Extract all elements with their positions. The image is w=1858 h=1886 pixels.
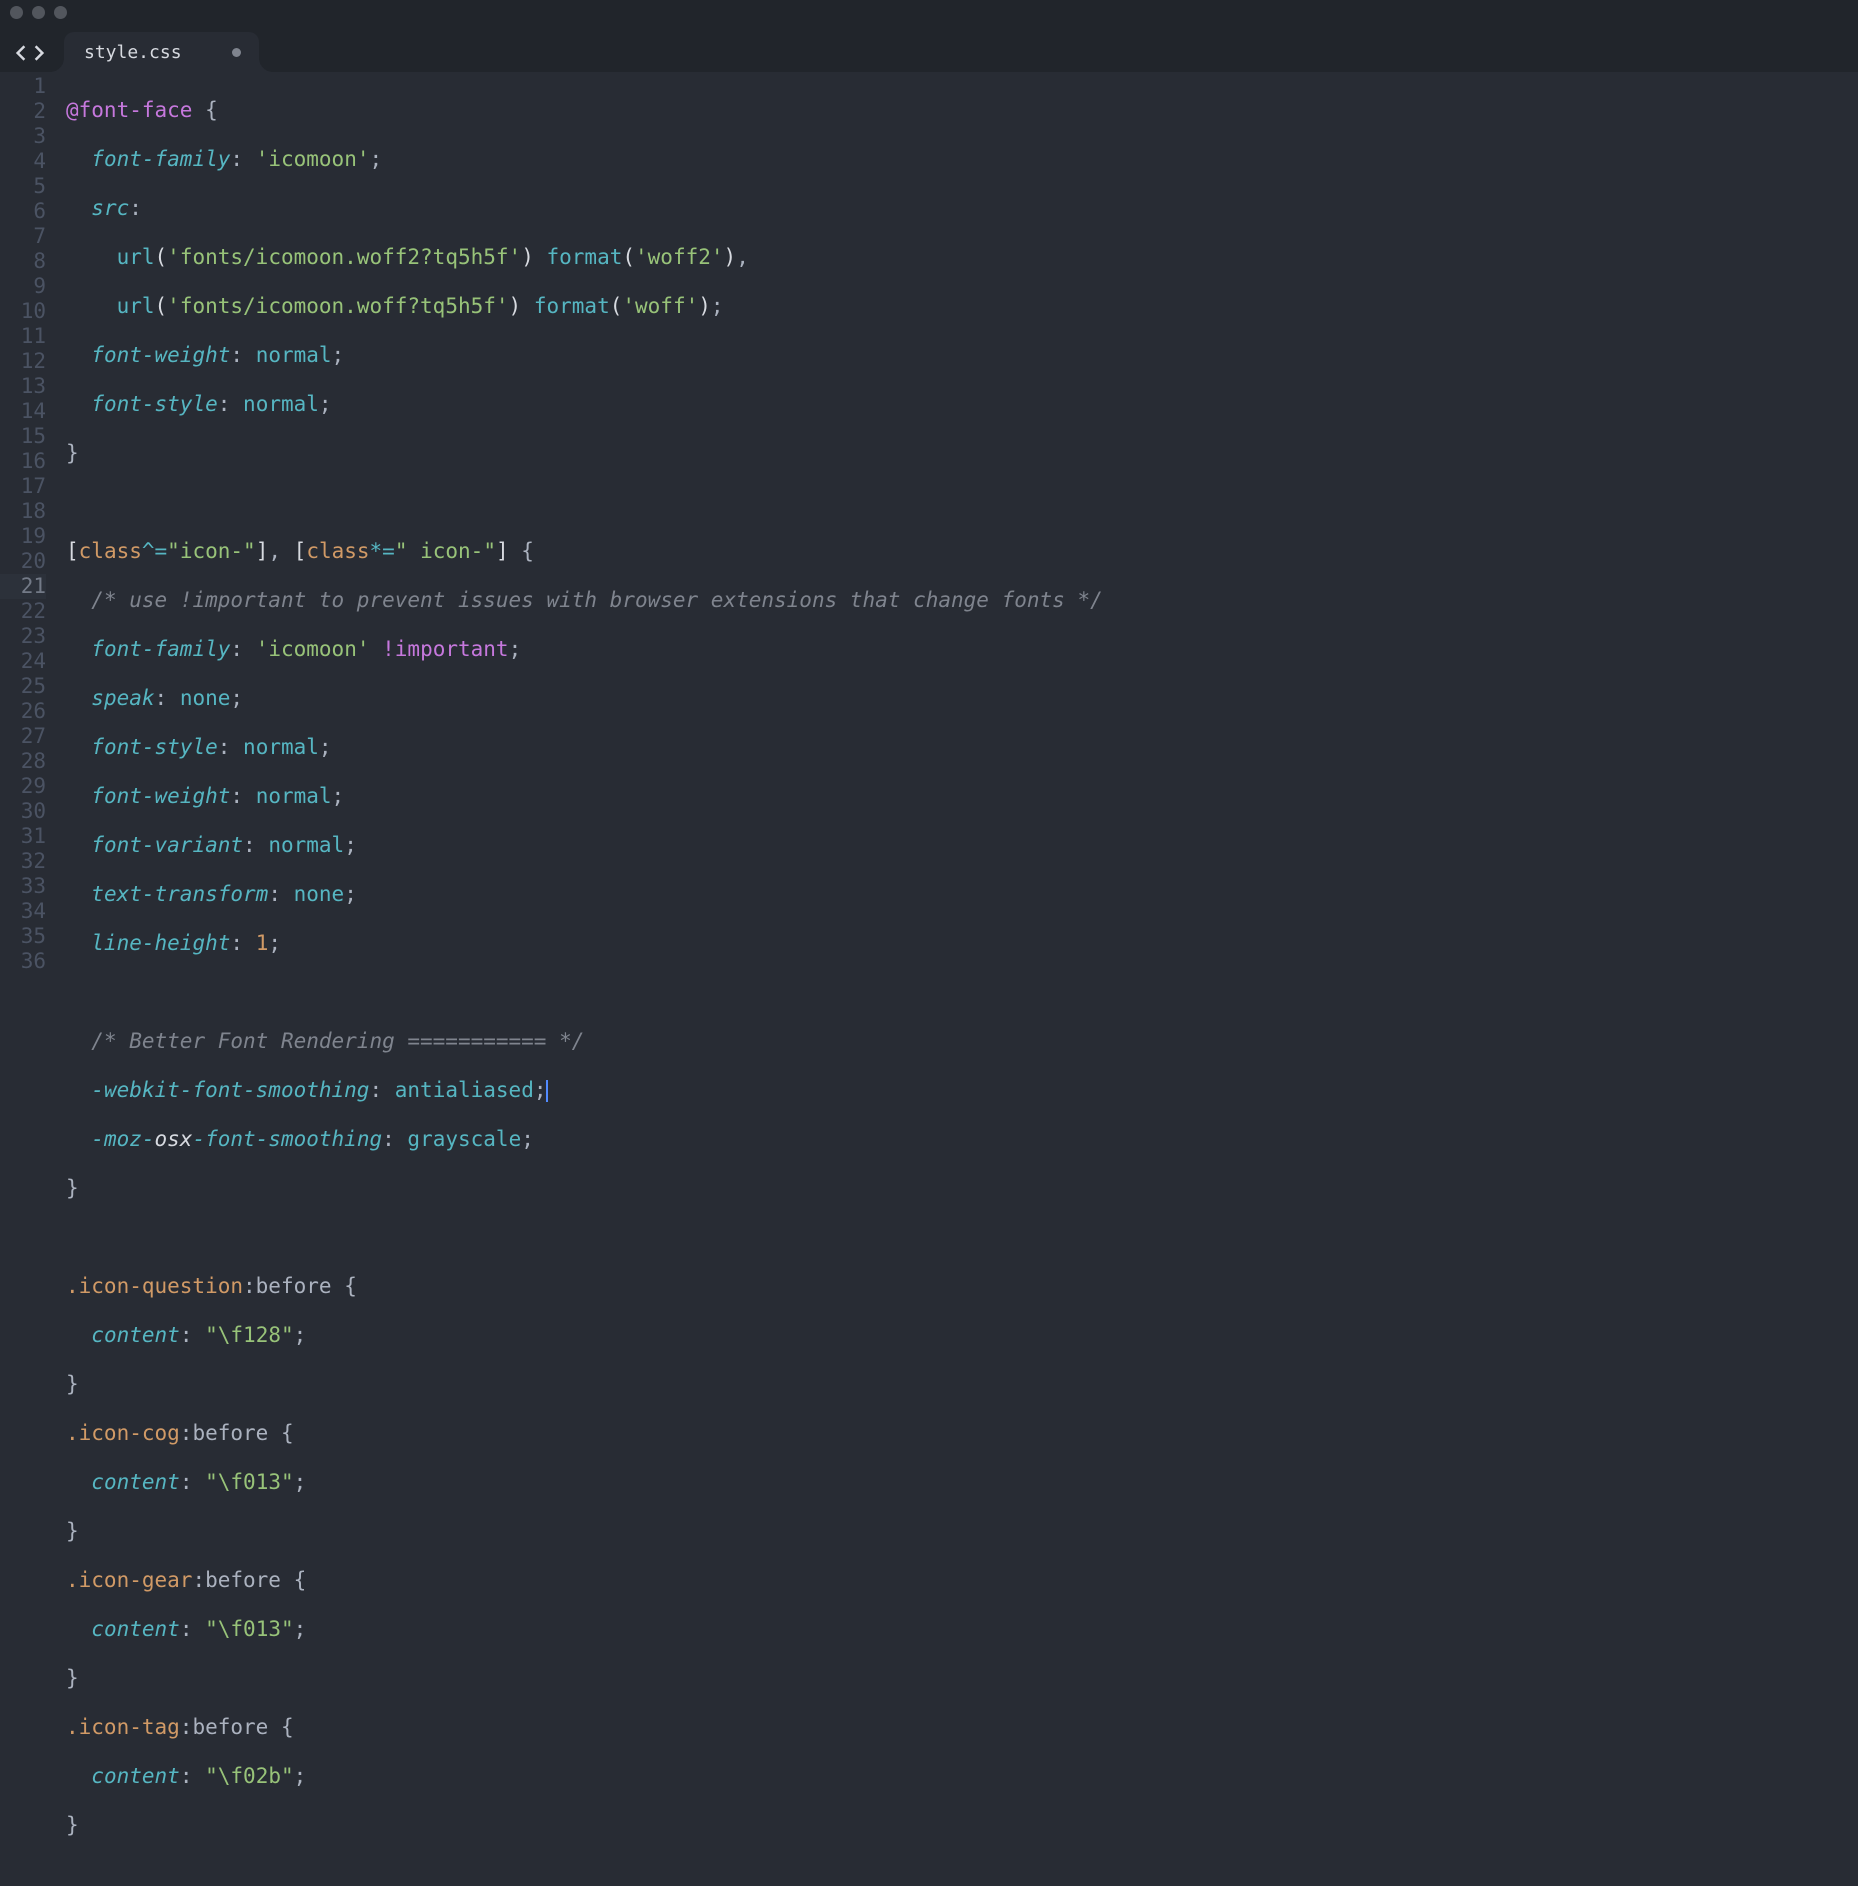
- nav-forward-icon[interactable]: [32, 44, 46, 62]
- code-line: font-family: 'icomoon';: [66, 147, 1103, 172]
- gutter: 1 2 3 4 5 6 7 8 9 10 11 12 13 14 15 16 1…: [0, 72, 58, 1394]
- code-line: [66, 980, 1103, 1005]
- code-line: -moz-osx-font-smoothing: grayscale;: [66, 1127, 1103, 1152]
- code-line: content: "\f013";: [66, 1470, 1103, 1495]
- window-zoom-icon[interactable]: [54, 6, 67, 19]
- code-line: }: [66, 1372, 1103, 1397]
- code-line: src:: [66, 196, 1103, 221]
- code-line: }: [66, 441, 1103, 466]
- code-line: url('fonts/icomoon.woff?tq5h5f') format(…: [66, 294, 1103, 319]
- code-line: @font-face {: [66, 98, 1103, 123]
- toolbar: style.css: [0, 24, 1858, 72]
- code-line: content: "\f02b";: [66, 1764, 1103, 1789]
- editor[interactable]: 1 2 3 4 5 6 7 8 9 10 11 12 13 14 15 16 1…: [0, 72, 1858, 1394]
- window-close-icon[interactable]: [10, 6, 23, 19]
- text-cursor: [546, 1080, 548, 1102]
- code-line: url('fonts/icomoon.woff2?tq5h5f') format…: [66, 245, 1103, 270]
- code-line: font-style: normal;: [66, 735, 1103, 760]
- code-line: .icon-cog:before {: [66, 1421, 1103, 1446]
- code-line: /* Better Font Rendering =========== */: [66, 1029, 1103, 1054]
- window-minimize-icon[interactable]: [32, 6, 45, 19]
- nav-back-icon[interactable]: [14, 44, 28, 62]
- titlebar: [0, 0, 1858, 24]
- code-line: }: [66, 1666, 1103, 1691]
- code-line: }: [66, 1176, 1103, 1201]
- code-area[interactable]: @font-face { font-family: 'icomoon'; src…: [58, 72, 1103, 1394]
- code-line: -webkit-font-smoothing: antialiased;: [66, 1078, 1103, 1103]
- code-line: [class^="icon-"], [class*=" icon-"] {: [66, 539, 1103, 564]
- code-line: text-transform: none;: [66, 882, 1103, 907]
- code-line: }: [66, 1519, 1103, 1544]
- code-line: .icon-tag:before {: [66, 1715, 1103, 1740]
- code-line: [66, 1225, 1103, 1250]
- code-line: /* use !important to prevent issues with…: [66, 588, 1103, 613]
- code-line: font-weight: normal;: [66, 343, 1103, 368]
- code-line: content: "\f013";: [66, 1617, 1103, 1642]
- code-line: .icon-gear:before {: [66, 1568, 1103, 1593]
- code-line: font-variant: normal;: [66, 833, 1103, 858]
- code-line: [66, 490, 1103, 515]
- tab-style-css[interactable]: style.css: [64, 32, 259, 72]
- code-line: speak: none;: [66, 686, 1103, 711]
- tab-dirty-icon: [232, 48, 241, 57]
- code-line: .icon-question:before {: [66, 1274, 1103, 1299]
- code-line: font-weight: normal;: [66, 784, 1103, 809]
- code-line: font-family: 'icomoon' !important;: [66, 637, 1103, 662]
- tab-filename: style.css: [84, 42, 182, 63]
- code-line: content: "\f128";: [66, 1323, 1103, 1348]
- code-line: font-style: normal;: [66, 392, 1103, 417]
- code-line: line-height: 1;: [66, 931, 1103, 956]
- code-line: }: [66, 1813, 1103, 1838]
- editor-window: style.css 1 2 3 4 5 6 7 8 9 10 11 12 13 …: [0, 0, 1858, 1394]
